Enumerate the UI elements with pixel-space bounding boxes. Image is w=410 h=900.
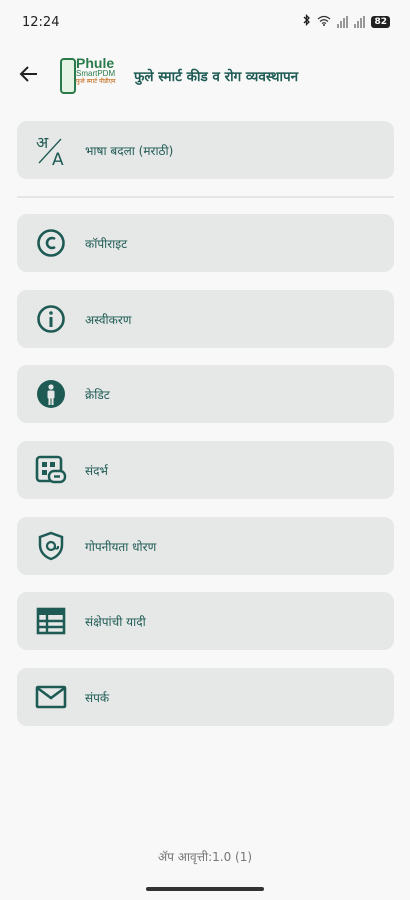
credits-button[interactable]: क्रेडिट [17,365,394,423]
menu-item-label: संदर्भ [85,463,108,478]
svg-text:अ: अ [36,133,49,152]
menu-item-label: कॉपीराइट [85,236,128,251]
back-button[interactable] [0,50,58,102]
menu-item-label: संक्षेपांची यादी [85,614,146,629]
app-version: ॲप आवृत्ती:1.0 (1) [157,850,253,864]
section-divider [17,196,394,198]
logo-tag-text: फुले स्मार्ट पीडीएम [76,78,116,85]
logo-sub-text: SmartPDM [76,69,116,78]
privacy-policy-button[interactable]: गोपनीयता धोरण [17,517,394,575]
translate-icon: अ A [17,133,85,167]
status-bar: 12:24 82 [0,0,410,44]
references-button[interactable]: संदर्भ [17,441,394,499]
signal-icon [337,16,349,28]
app-header: Phule SmartPDM फुले स्मार्ट पीडीएम फुले … [0,50,410,102]
person-icon [17,379,85,409]
references-icon [17,455,85,485]
app-logo: Phule SmartPDM फुले स्मार्ट पीडीएम [58,52,128,100]
bluetooth-icon [303,13,311,30]
table-icon [17,607,85,635]
change-language-button[interactable]: अ A भाषा बदला (मराठी) [17,121,394,179]
status-time: 12:24 [22,14,60,30]
menu-item-label: संपर्क [85,690,110,705]
contact-button[interactable]: संपर्क [17,668,394,726]
language-label: भाषा बदला (मराठी) [85,143,174,158]
disclaimer-button[interactable]: अस्वीकरण [17,290,394,348]
svg-text:A: A [52,150,64,167]
copyright-button[interactable]: कॉपीराइट [17,214,394,272]
info-icon [17,304,85,334]
logo-main-text: Phule [76,55,115,71]
battery-indicator: 82 [371,16,390,28]
page-title: फुले स्मार्ट कीड व रोग व्यवस्थापन [134,69,299,85]
menu-item-label: गोपनीयता धोरण [85,539,157,554]
mail-icon [17,685,85,709]
wifi-icon [317,15,331,30]
privacy-shield-icon [17,531,85,561]
status-icons: 82 [303,13,390,30]
signal-icon-2 [354,16,366,28]
menu-item-label: क्रेडिट [85,387,110,402]
copyright-icon [17,228,85,258]
abbreviations-button[interactable]: संक्षेपांची यादी [17,592,394,650]
arrow-left-icon [19,65,39,87]
home-indicator[interactable] [146,887,264,891]
menu-item-label: अस्वीकरण [85,312,132,327]
phone-logo-icon [60,58,76,94]
